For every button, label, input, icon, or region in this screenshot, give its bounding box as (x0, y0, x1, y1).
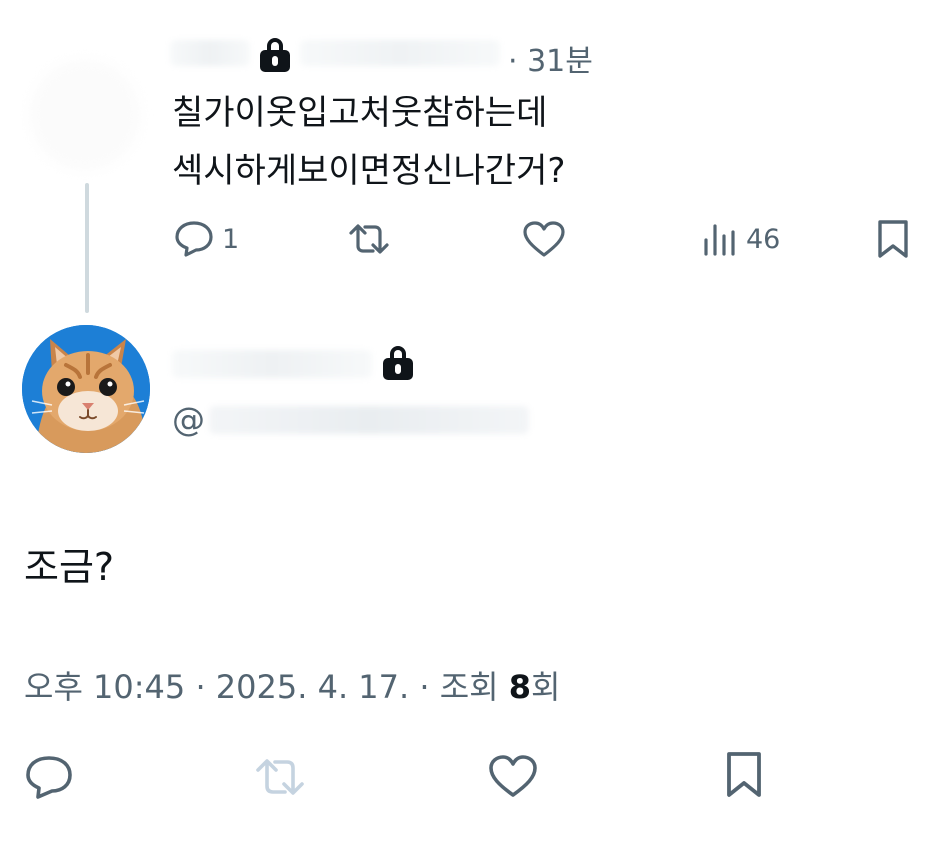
repost-icon (349, 224, 389, 254)
handle-blurred (209, 405, 529, 434)
parent-timestamp[interactable]: · 31분 (508, 36, 593, 80)
reply-tweet-text: 조금? (24, 545, 115, 589)
bookmark-icon (727, 752, 761, 797)
bookmark-icon (878, 220, 908, 258)
reply-reply-button[interactable] (24, 754, 74, 800)
reply-like-button[interactable] (488, 754, 538, 798)
views-chart-icon (704, 224, 735, 256)
parent-display-name-blurred[interactable] (170, 40, 250, 66)
heart-icon (523, 221, 565, 257)
reply-handle[interactable]: @ (172, 400, 529, 439)
parent-tweet-text-line-1: 칠가이옷입고처웃참하는데 (172, 93, 548, 133)
handle-at-sign: @ (172, 400, 205, 439)
cat-avatar-image (22, 325, 150, 453)
thread-connector-line (85, 183, 89, 313)
parent-handle-blurred[interactable] (300, 40, 500, 66)
parent-tweet-text: 칠가이옷입고처웃참하는데 섹시하게보이면정신나간거? (172, 84, 565, 200)
views-label: 조회 (439, 668, 499, 706)
parent-like-button[interactable] (522, 220, 566, 258)
reply-icon (26, 756, 72, 799)
repost-icon (256, 759, 304, 795)
reply-bookmark-button[interactable] (724, 750, 764, 800)
parent-bookmark-button[interactable] (876, 218, 910, 260)
views-count: 8 (508, 668, 532, 706)
reply-date[interactable]: 2025. 4. 17. (216, 668, 409, 706)
reply-metadata: 오후 10:45 · 2025. 4. 17. · 조회 8회 (24, 662, 560, 708)
parent-avatar-blurred[interactable] (30, 60, 140, 170)
views-suffix: 회 (531, 668, 561, 706)
meta-separator: · (195, 668, 206, 706)
avatar[interactable] (22, 325, 150, 453)
lock-icon (383, 346, 413, 380)
parent-repost-button[interactable] (346, 222, 392, 256)
reply-time[interactable]: 오후 10:45 (24, 668, 185, 706)
parent-reply-button[interactable]: 1 (174, 220, 239, 258)
reply-display-name-blurred[interactable] (172, 350, 372, 378)
lock-icon (260, 38, 290, 72)
meta-separator: · (419, 668, 430, 706)
parent-views-button[interactable]: 46 (702, 222, 780, 256)
heart-icon (489, 755, 537, 797)
reply-repost-button-disabled[interactable] (252, 756, 308, 798)
reply-icon (175, 221, 213, 257)
parent-tweet-text-line-2: 섹시하게보이면정신나간거? (172, 151, 566, 191)
parent-view-count: 46 (746, 223, 781, 255)
parent-reply-count: 1 (222, 223, 240, 255)
